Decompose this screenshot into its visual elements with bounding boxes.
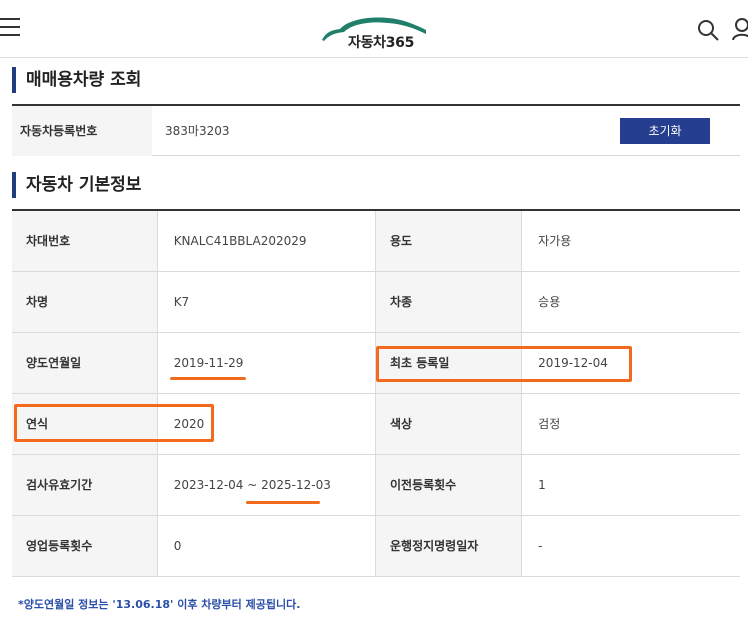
logo[interactable]: 자동차365 <box>318 10 430 51</box>
first-registration-highlight-box <box>376 346 632 382</box>
business-registrations-value: 0 <box>157 515 376 577</box>
inspection-period-value: 2023-12-04 ~ 2025-12-03 <box>157 454 376 516</box>
vin-label: 차대번호 <box>12 210 158 272</box>
suspension-order-value: - <box>521 515 740 577</box>
inspection-end-underline <box>246 501 320 504</box>
logo-text: 자동차365 <box>348 35 415 51</box>
previous-registrations-label: 이전등록횟수 <box>375 454 523 516</box>
top-header: 자동차365 <box>0 0 748 58</box>
business-registrations-label: 영업등록횟수 <box>12 515 158 577</box>
search-icon[interactable] <box>696 18 720 42</box>
vehicle-type-label: 차종 <box>375 271 523 333</box>
user-icon[interactable] <box>732 17 748 41</box>
reset-button[interactable]: 초기화 <box>620 118 710 144</box>
inspection-period-label: 검사유효기간 <box>12 454 158 516</box>
vehicle-info-table: 차대번호 KNALC41BBLA202029 용도 자가용 차명 K7 차종 승… <box>12 209 740 577</box>
color-value: 검정 <box>521 393 740 455</box>
usage-value: 자가용 <box>521 210 740 272</box>
table-row: 차명 K7 차종 승용 <box>12 271 740 333</box>
vin-value: KNALC41BBLA202029 <box>157 210 376 272</box>
table-row: 영업등록횟수 0 운행정지명령일자 - <box>12 515 740 577</box>
hamburger-menu-icon[interactable] <box>0 18 22 38</box>
model-year-highlight-box <box>14 404 214 442</box>
search-section-title: 매매용차량 조회 <box>12 67 141 93</box>
usage-label: 용도 <box>375 210 523 272</box>
model-label: 차명 <box>12 271 158 333</box>
transfer-date-label: 양도연월일 <box>12 332 158 394</box>
vehicle-type-value: 승용 <box>521 271 740 333</box>
registration-search-row: 자동차등록번호 383마3203 초기화 <box>12 104 740 156</box>
info-section-title: 자동차 기본정보 <box>12 172 141 198</box>
transfer-date-note: *양도연월일 정보는 '13.06.18' 이후 차량부터 제공됩니다. <box>18 598 301 611</box>
transfer-date-value: 2019-11-29 <box>157 332 376 394</box>
suspension-order-label: 운행정지명령일자 <box>375 515 523 577</box>
table-row: 차대번호 KNALC41BBLA202029 용도 자가용 <box>12 210 740 272</box>
model-value: K7 <box>157 271 376 333</box>
color-label: 색상 <box>375 393 523 455</box>
table-row: 검사유효기간 2023-12-04 ~ 2025-12-03 이전등록횟수 1 <box>12 454 740 516</box>
transfer-date-underline <box>170 377 246 380</box>
registration-number-value: 383마3203 <box>165 124 230 138</box>
registration-number-label: 자동차등록번호 <box>12 106 152 156</box>
previous-registrations-value: 1 <box>521 454 740 516</box>
